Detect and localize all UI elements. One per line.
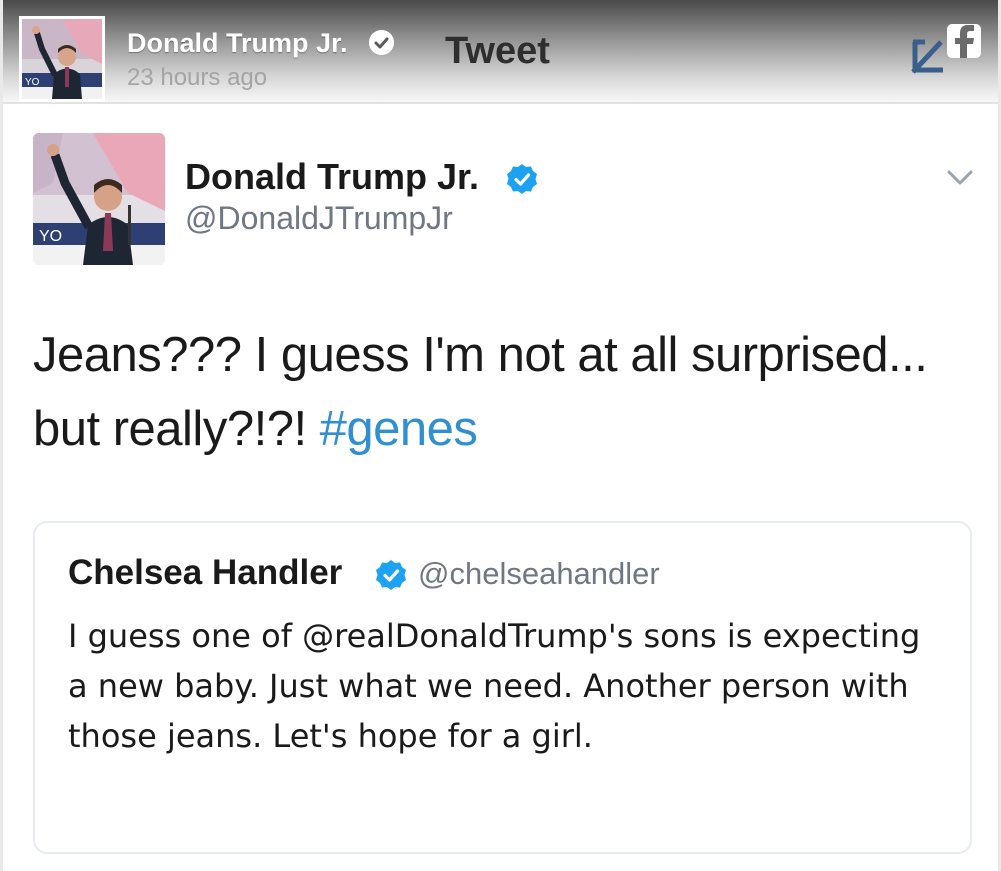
tweet-text-fragment: but really?!?! — [33, 402, 320, 456]
quoted-tweet-card[interactable]: Chelsea Handler @chelseahandler I guess … — [33, 521, 972, 854]
profile-photo: YO — [22, 19, 102, 99]
post-timestamp: 23 hours ago — [127, 64, 268, 91]
post-type-label: Tweet — [445, 30, 550, 72]
hashtag-link[interactable]: #genes — [320, 402, 478, 456]
tweet-text-line: but really?!?! #genes — [33, 392, 973, 466]
quoted-author-handle[interactable]: @chelseahandler — [418, 556, 660, 592]
tweet-text: Jeans??? I guess I'm not at all surprise… — [33, 318, 973, 466]
header-avatar[interactable]: YO — [19, 16, 105, 102]
tweet-text-line: Jeans??? I guess I'm not at all surprise… — [33, 328, 928, 382]
quoted-author-name[interactable]: Chelsea Handler — [68, 553, 342, 593]
author-handle[interactable]: @DonaldJTrumpJr — [185, 200, 453, 237]
verified-badge-icon — [506, 163, 538, 195]
svg-text:YO: YO — [25, 77, 40, 88]
profile-photo: YO — [33, 133, 165, 265]
header-author-name[interactable]: Donald Trump Jr. — [127, 28, 348, 59]
svg-text:YO: YO — [39, 228, 62, 245]
facebook-share-icon[interactable] — [907, 22, 983, 78]
author-name[interactable]: Donald Trump Jr. — [185, 156, 479, 198]
chevron-down-icon[interactable] — [946, 168, 974, 188]
post-header: YO Donald Trump Jr. 23 hours ago Tweet — [3, 0, 998, 104]
tweet-screenshot: YO Donald Trump Jr. 23 hours ago Tweet Y… — [0, 0, 1001, 871]
verified-check-icon — [369, 30, 394, 55]
author-avatar[interactable]: YO — [33, 133, 165, 265]
verified-badge-icon — [375, 559, 407, 591]
quoted-tweet-text: I guess one of @realDonaldTrump's sons i… — [68, 617, 921, 755]
